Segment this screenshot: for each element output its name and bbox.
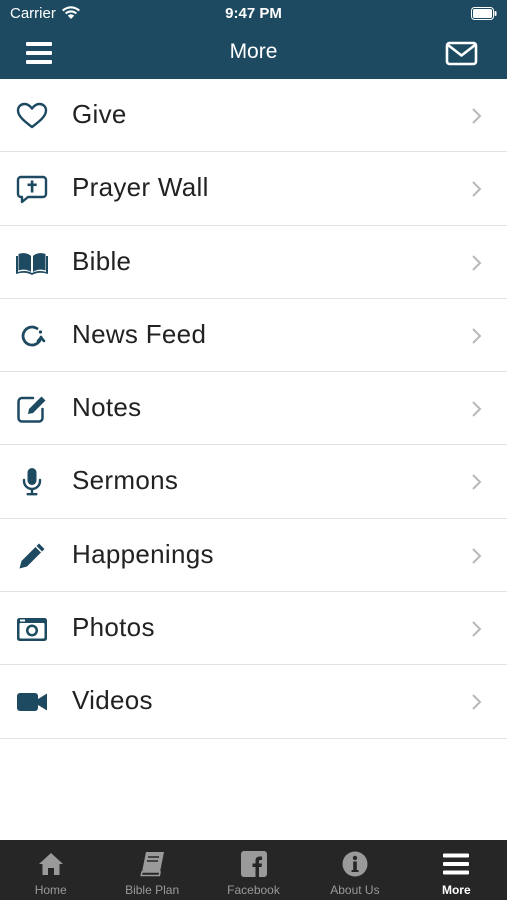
menu-item-bible[interactable]: Bible [0, 225, 507, 299]
news-feed-icon [21, 325, 46, 347]
menu-item-label: Sermons [72, 465, 179, 496]
nav-bar: More [0, 28, 507, 79]
chevron-right-icon [472, 548, 482, 564]
battery-icon [471, 7, 497, 20]
menu-item-label: Videos [72, 685, 153, 716]
book-icon [140, 852, 165, 877]
menu-item-give[interactable]: Give [0, 79, 507, 153]
chevron-right-icon [472, 328, 482, 344]
heart-icon [16, 102, 48, 129]
tab-facebook[interactable]: Facebook [203, 840, 304, 900]
menu-item-label: Photos [72, 612, 155, 643]
tab-label: Bible Plan [125, 883, 180, 897]
video-camera-icon [17, 693, 47, 712]
menu-item-label: News Feed [72, 318, 207, 349]
menu-item-label: Notes [72, 392, 142, 423]
open-book-icon [16, 252, 48, 275]
page-title: More [229, 40, 278, 63]
microphone-icon [22, 468, 42, 496]
chevron-right-icon [472, 621, 482, 637]
bottom-tab-bar: Home Bible Plan Facebook About Us More [0, 840, 507, 900]
tab-label: Facebook [227, 883, 280, 897]
chevron-right-icon [472, 694, 482, 711]
menu-item-videos[interactable]: Videos [0, 665, 507, 739]
tab-home[interactable]: Home [0, 840, 101, 900]
home-icon [38, 853, 63, 875]
app-header: Carrier 9:47 PM More [0, 0, 507, 79]
status-bar: Carrier 9:47 PM [0, 0, 507, 28]
hamburger-menu-icon [443, 853, 470, 875]
status-time: 9:47 PM [225, 5, 282, 22]
menu-item-label: Give [72, 99, 127, 129]
menu-item-news-feed[interactable]: News Feed [0, 298, 507, 373]
menu-item-sermons[interactable]: Sermons [0, 445, 507, 519]
camera-icon [17, 618, 47, 642]
tab-bible-plan[interactable]: Bible Plan [101, 840, 202, 900]
chevron-right-icon [472, 254, 482, 271]
menu-item-happenings[interactable]: Happenings [0, 518, 507, 593]
tab-label: Home [34, 883, 67, 897]
info-icon [342, 851, 368, 877]
tab-label: More [441, 883, 471, 897]
menu-item-prayer-wall[interactable]: Prayer Wall [0, 152, 507, 226]
mail-icon[interactable] [445, 40, 478, 67]
pencil-icon [19, 543, 45, 569]
tab-about-us[interactable]: About Us [304, 840, 405, 900]
more-menu-list: Give Prayer Wall Bible News Feed Notes S… [0, 79, 507, 739]
chevron-right-icon [472, 181, 482, 198]
menu-item-label: Bible [72, 245, 132, 276]
chevron-right-icon [472, 401, 482, 417]
chevron-right-icon [472, 474, 482, 491]
menu-item-photos[interactable]: Photos [0, 592, 507, 666]
tab-more[interactable]: More [406, 840, 507, 900]
menu-item-label: Prayer Wall [72, 172, 209, 203]
chevron-right-icon [472, 108, 482, 124]
menu-item-notes[interactable]: Notes [0, 372, 507, 446]
tab-label: About Us [330, 883, 380, 897]
edit-note-icon [17, 396, 46, 423]
prayer-wall-icon [16, 176, 48, 204]
facebook-icon [240, 851, 267, 877]
menu-item-label: Happenings [72, 538, 214, 569]
